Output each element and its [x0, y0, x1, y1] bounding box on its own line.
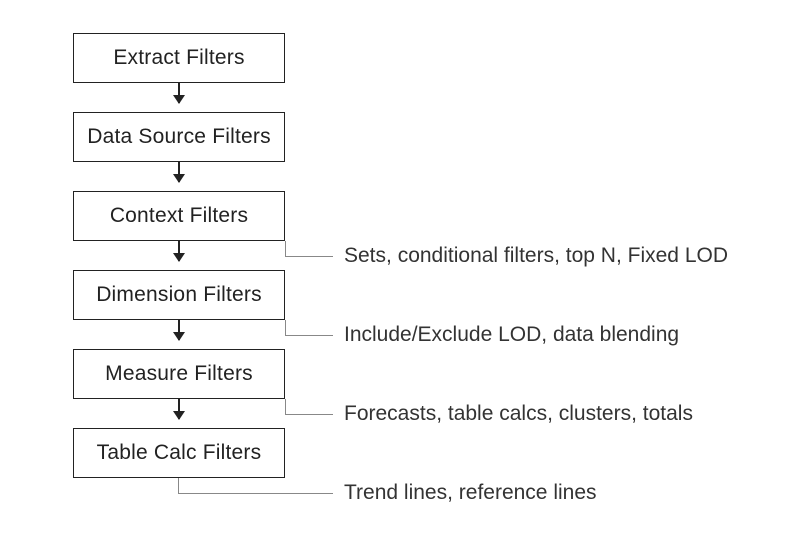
connector-line	[285, 256, 333, 257]
box-table-calc-filters: Table Calc Filters	[73, 428, 285, 478]
annotation-trend-lines: Trend lines, reference lines	[344, 481, 597, 505]
arrow-icon	[178, 162, 180, 182]
connector-line	[285, 414, 333, 415]
connector-line	[178, 493, 333, 494]
box-dimension-filters: Dimension Filters	[73, 270, 285, 320]
annotation-sets: Sets, conditional filters, top N, Fixed …	[344, 244, 728, 268]
arrow-icon	[178, 241, 180, 261]
arrow-icon	[178, 320, 180, 340]
box-measure-filters: Measure Filters	[73, 349, 285, 399]
connector-line	[178, 478, 179, 493]
filter-order-diagram: Extract Filters Data Source Filters Cont…	[0, 0, 800, 535]
box-label: Context Filters	[110, 204, 248, 228]
box-data-source-filters: Data Source Filters	[73, 112, 285, 162]
connector-line	[285, 335, 333, 336]
arrow-icon	[178, 399, 180, 419]
annotation-forecasts: Forecasts, table calcs, clusters, totals	[344, 402, 693, 426]
box-label: Dimension Filters	[96, 283, 262, 307]
arrow-icon	[178, 83, 180, 103]
connector-line	[285, 399, 286, 414]
box-label: Data Source Filters	[87, 125, 271, 149]
box-extract-filters: Extract Filters	[73, 33, 285, 83]
box-label: Table Calc Filters	[97, 441, 262, 465]
box-label: Extract Filters	[113, 46, 244, 70]
box-label: Measure Filters	[105, 362, 253, 386]
annotation-include-exclude: Include/Exclude LOD, data blending	[344, 323, 679, 347]
box-context-filters: Context Filters	[73, 191, 285, 241]
connector-line	[285, 241, 286, 256]
connector-line	[285, 320, 286, 335]
